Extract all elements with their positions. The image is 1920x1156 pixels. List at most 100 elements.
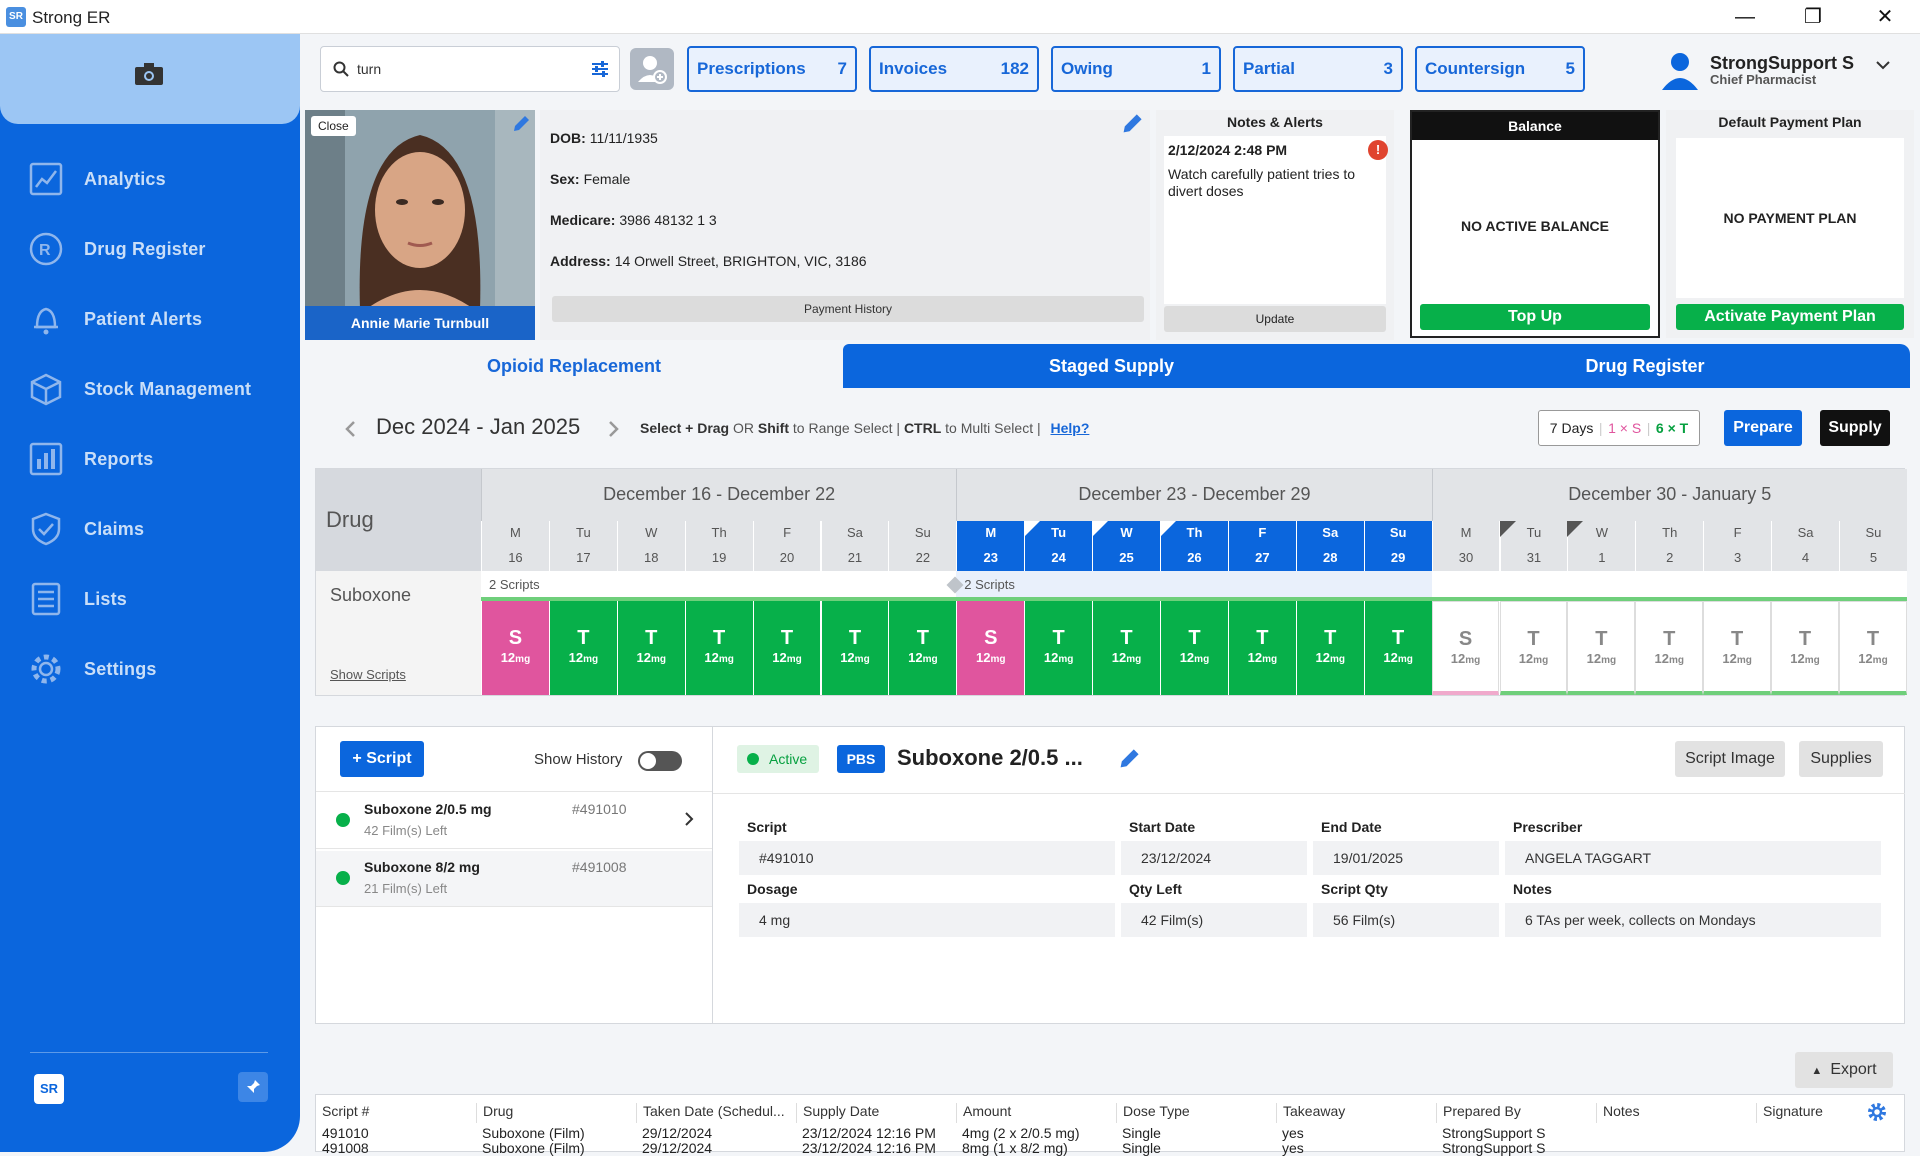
- day-number[interactable]: 28: [1295, 545, 1364, 571]
- sidebar-item-patient-alerts[interactable]: Patient Alerts: [28, 298, 288, 340]
- day-number[interactable]: 31: [1499, 545, 1568, 571]
- sidebar-item-claims[interactable]: Claims: [28, 508, 288, 550]
- supplies-button[interactable]: Supplies: [1799, 741, 1883, 777]
- sidebar-item-settings[interactable]: Settings: [28, 648, 288, 690]
- column-header[interactable]: Prepared By: [1436, 1103, 1596, 1123]
- dose-cell[interactable]: T 12mg: [1227, 601, 1296, 695]
- edit-script-pencil-icon[interactable]: [1117, 747, 1141, 771]
- day-number[interactable]: 27: [1227, 545, 1296, 571]
- day-name[interactable]: M: [1431, 521, 1500, 545]
- day-name[interactable]: Su: [1363, 521, 1432, 545]
- prepare-button[interactable]: Prepare: [1724, 410, 1802, 446]
- column-header[interactable]: Taken Date (Schedul...: [636, 1103, 796, 1123]
- day-name[interactable]: Tu: [548, 521, 617, 545]
- tab-drug-register[interactable]: Drug Register: [1380, 344, 1910, 388]
- column-header[interactable]: Signature: [1756, 1103, 1916, 1123]
- day-number[interactable]: 20: [752, 545, 821, 571]
- day-name[interactable]: M: [956, 521, 1025, 545]
- sidebar-item-drug-register[interactable]: R Drug Register: [28, 228, 288, 270]
- day-number[interactable]: 24: [1024, 545, 1093, 571]
- tab-staged-supply[interactable]: Staged Supply: [843, 344, 1380, 388]
- search-input[interactable]: [357, 58, 567, 80]
- sidebar-item-stock-management[interactable]: Stock Management: [28, 368, 288, 410]
- day-name[interactable]: Sa: [1295, 521, 1364, 545]
- day-name[interactable]: Th: [684, 521, 753, 545]
- day-name[interactable]: M: [481, 521, 549, 545]
- add-patient-button[interactable]: [630, 48, 674, 90]
- day-number[interactable]: 29: [1363, 545, 1432, 571]
- column-header[interactable]: Drug: [476, 1103, 636, 1123]
- dose-cell[interactable]: T 12mg: [1499, 601, 1568, 695]
- day-number[interactable]: 26: [1160, 545, 1228, 571]
- show-scripts-link[interactable]: Show Scripts: [330, 667, 406, 682]
- quick-owing-button[interactable]: Owing 1: [1051, 46, 1221, 92]
- top-up-button[interactable]: Top Up: [1420, 304, 1650, 330]
- help-link[interactable]: Help?: [1051, 420, 1090, 436]
- column-header[interactable]: Script #: [316, 1103, 476, 1123]
- dose-cell[interactable]: T 12mg: [1024, 601, 1093, 695]
- export-button[interactable]: ▲ Export: [1795, 1052, 1893, 1088]
- day-number[interactable]: 30: [1431, 545, 1500, 571]
- minimize-button[interactable]: —: [1716, 0, 1774, 34]
- close-photo-button[interactable]: Close: [311, 116, 356, 136]
- day-name[interactable]: Sa: [820, 521, 889, 545]
- edit-photo-pencil-icon[interactable]: [511, 114, 531, 134]
- day-number[interactable]: 22: [888, 545, 957, 571]
- day-number[interactable]: 3: [1703, 545, 1772, 571]
- day-number[interactable]: 21: [820, 545, 889, 571]
- user-name[interactable]: StrongSupport S: [1710, 53, 1854, 74]
- script-list-item[interactable]: Suboxone 2/0.5 mg #491010 42 Film(s) Left: [316, 793, 712, 849]
- dose-cell[interactable]: T 12mg: [1295, 601, 1364, 695]
- chevron-down-icon[interactable]: [1876, 60, 1890, 70]
- column-header[interactable]: Takeaway: [1276, 1103, 1436, 1123]
- day-number[interactable]: 19: [684, 545, 753, 571]
- activate-payment-plan-button[interactable]: Activate Payment Plan: [1676, 304, 1904, 330]
- day-number[interactable]: 4: [1771, 545, 1839, 571]
- day-name[interactable]: F: [1703, 521, 1772, 545]
- user-avatar-icon[interactable]: [1660, 50, 1700, 90]
- day-name[interactable]: F: [752, 521, 821, 545]
- sidebar-item-analytics[interactable]: Analytics: [28, 158, 288, 200]
- day-name[interactable]: W: [616, 521, 685, 545]
- table-settings-gear-icon[interactable]: [1866, 1101, 1888, 1123]
- day-number[interactable]: 18: [616, 545, 685, 571]
- day-number[interactable]: 23: [956, 545, 1025, 571]
- dose-cell[interactable]: T 12mg: [548, 601, 617, 695]
- day-number[interactable]: 1: [1567, 545, 1636, 571]
- day-number[interactable]: 5: [1839, 545, 1907, 571]
- dose-cell[interactable]: T 12mg: [888, 601, 957, 695]
- script-image-button[interactable]: Script Image: [1675, 741, 1785, 777]
- payment-history-button[interactable]: Payment History: [552, 296, 1144, 322]
- dose-cell[interactable]: T 12mg: [684, 601, 753, 695]
- quick-countersign-button[interactable]: Countersign 5: [1415, 46, 1585, 92]
- day-number[interactable]: 17: [548, 545, 617, 571]
- maximize-button[interactable]: ❐: [1784, 0, 1842, 34]
- column-header[interactable]: Amount: [956, 1103, 1116, 1123]
- day-name[interactable]: Su: [1839, 521, 1907, 545]
- quick-invoices-button[interactable]: Invoices 182: [869, 46, 1039, 92]
- dose-cell[interactable]: T 12mg: [1839, 601, 1907, 695]
- dose-cell[interactable]: T 12mg: [1160, 601, 1228, 695]
- day-number[interactable]: 25: [1092, 545, 1160, 571]
- chevron-left-icon[interactable]: [344, 420, 356, 438]
- dose-cell[interactable]: T 12mg: [1363, 601, 1432, 695]
- edit-details-pencil-icon[interactable]: [1120, 112, 1144, 136]
- day-name[interactable]: Sa: [1771, 521, 1839, 545]
- dose-cell[interactable]: T 12mg: [1092, 601, 1160, 695]
- column-header[interactable]: Supply Date: [796, 1103, 956, 1123]
- dose-cell[interactable]: T 12mg: [1567, 601, 1636, 695]
- quick-prescriptions-button[interactable]: Prescriptions 7: [687, 46, 857, 92]
- day-name[interactable]: F: [1227, 521, 1296, 545]
- dose-cell[interactable]: T 12mg: [616, 601, 685, 695]
- dose-cell[interactable]: T 12mg: [1635, 601, 1704, 695]
- sidebar-item-reports[interactable]: Reports: [28, 438, 288, 480]
- sidebar-item-lists[interactable]: Lists: [28, 578, 288, 620]
- quick-partial-button[interactable]: Partial 3: [1233, 46, 1403, 92]
- day-name[interactable]: Th: [1635, 521, 1704, 545]
- filter-sliders-icon[interactable]: [591, 60, 609, 78]
- day-name[interactable]: Su: [888, 521, 957, 545]
- dose-cell[interactable]: T 12mg: [1703, 601, 1772, 695]
- dose-cell[interactable]: S 12mg: [1431, 601, 1500, 695]
- dose-cell[interactable]: S 12mg: [481, 601, 549, 695]
- column-header[interactable]: Notes: [1596, 1103, 1756, 1123]
